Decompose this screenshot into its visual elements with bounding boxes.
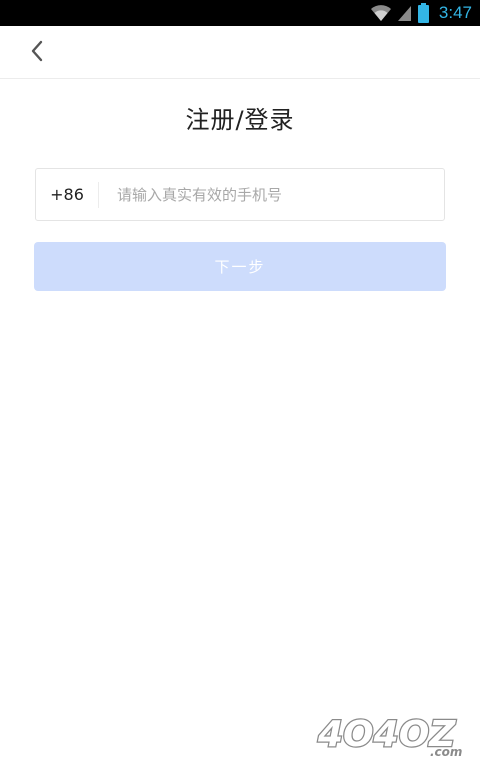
site-watermark-logo: 4O4OZ .com: [312, 708, 472, 760]
nav-bar: [0, 26, 480, 79]
phone-input-group: +86: [35, 168, 445, 221]
phone-number-input[interactable]: [99, 168, 444, 221]
svg-text:.com: .com: [430, 745, 462, 759]
next-step-button[interactable]: 下一步: [34, 242, 446, 291]
chevron-left-icon: [30, 40, 44, 66]
cell-signal-icon: [397, 4, 412, 22]
battery-icon: [417, 3, 429, 23]
status-bar: 3:47: [0, 0, 480, 26]
status-clock: 3:47: [438, 3, 472, 22]
screen: 3:47 注册/登录 +86 下一步 4O4OZ .com: [0, 0, 480, 768]
wifi-icon: [370, 4, 392, 22]
country-code-selector[interactable]: +86: [36, 185, 98, 204]
back-button[interactable]: [20, 36, 54, 70]
page-title: 注册/登录: [185, 106, 295, 134]
